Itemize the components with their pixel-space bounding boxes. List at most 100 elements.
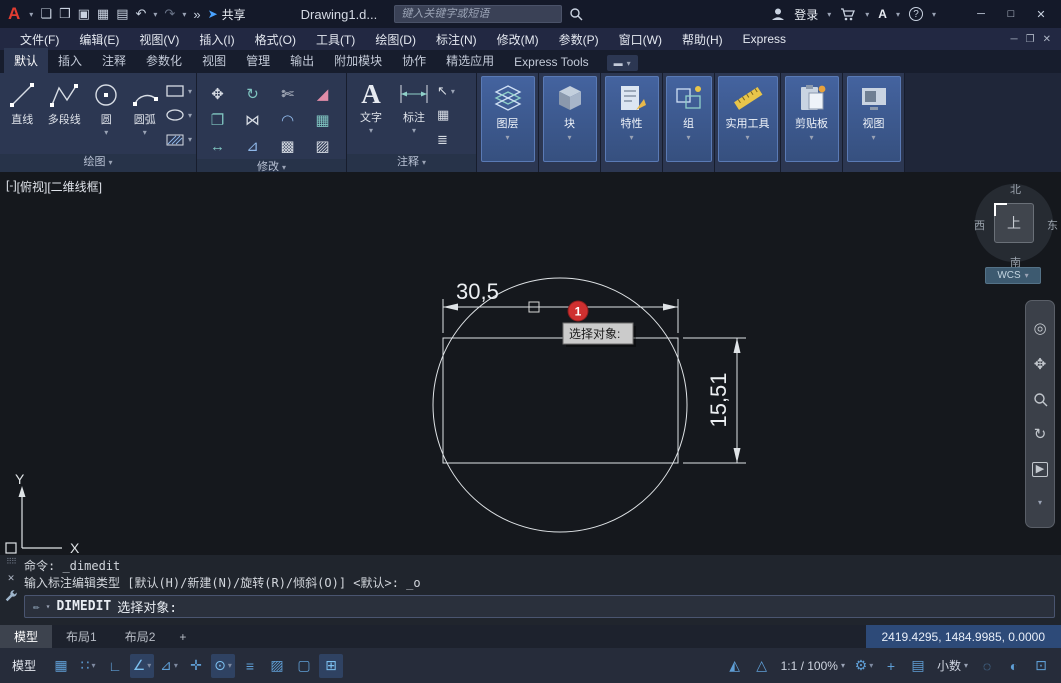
ribbon-tab-collaborate[interactable]: 协作 — [392, 48, 436, 73]
maximize-button[interactable]: □ — [997, 4, 1025, 24]
polar-tracking-toggle[interactable]: ∠ ▾ — [130, 653, 155, 678]
ribbon-tab-home[interactable]: 默认 — [4, 48, 49, 73]
transparency-toggle[interactable]: ▨ — [265, 654, 289, 678]
snap-toggle[interactable]: ∷ ▾ — [76, 654, 100, 678]
circle-dropdown-icon[interactable]: ▾ — [104, 128, 108, 137]
showmotion-icon[interactable]: ▶ — [1031, 462, 1049, 478]
cart-icon[interactable] — [840, 7, 856, 21]
object-snap-toggle[interactable]: ⊙ ▾ — [211, 653, 236, 678]
coordinates-readout[interactable]: 2419.4295, 1484.9985, 0.0000 — [865, 625, 1061, 648]
doc-restore-button[interactable]: ❐ — [1026, 34, 1035, 45]
help-dropdown-icon[interactable]: ▾ — [932, 10, 936, 19]
undo-dropdown-icon[interactable]: ▾ — [153, 10, 157, 19]
save-icon[interactable]: ▣ — [78, 6, 90, 22]
selection-cycling-toggle[interactable]: ▢ — [292, 654, 316, 678]
utilities-button[interactable]: 实用工具 ▾ — [717, 76, 778, 162]
quick-properties-toggle[interactable]: ▤ — [906, 654, 930, 678]
copy-icon[interactable]: ❐ — [211, 111, 224, 129]
user-icon[interactable] — [771, 7, 785, 21]
share-button[interactable]: ➤ 共享 — [208, 6, 246, 23]
doc-close-button[interactable]: ✕ — [1043, 34, 1051, 45]
line-tool[interactable]: 直线 — [3, 77, 42, 154]
leader-tool[interactable]: ↖ ▾ — [437, 83, 455, 99]
command-close-icon[interactable]: ✕ — [8, 571, 15, 584]
login-dropdown-icon[interactable]: ▾ — [827, 10, 831, 19]
model-space-button[interactable]: 模型 — [8, 657, 46, 674]
pan-icon[interactable]: ✥ — [1034, 357, 1047, 372]
ellipse-tool[interactable]: ▾ — [165, 108, 192, 122]
graphics-performance-toggle[interactable]: ◐ — [1002, 654, 1026, 678]
navbar-dropdown-icon[interactable]: ▾ — [1038, 498, 1042, 507]
menu-parametric[interactable]: 参数(P) — [549, 31, 609, 48]
erase-icon[interactable]: ◢ — [317, 85, 329, 103]
hatch-tool[interactable]: ▾ — [165, 133, 192, 147]
menu-file[interactable]: 文件(F) — [10, 31, 69, 48]
array-icon[interactable]: ▦ — [315, 111, 329, 129]
annotation-scale-button[interactable]: 1:1 / 100% ▾ — [777, 659, 849, 673]
menu-dimension[interactable]: 标注(N) — [426, 31, 487, 48]
rectangle-tool[interactable]: ▾ — [165, 84, 192, 98]
table-tool[interactable]: ▦ — [437, 107, 455, 123]
autodesk-a-icon[interactable]: A — [878, 7, 887, 21]
annotation-visibility-toggle[interactable]: ◭ — [723, 654, 747, 678]
search-input[interactable] — [394, 5, 563, 23]
recent-commands-icon[interactable]: ✏ — [33, 600, 40, 613]
qat-overflow-icon[interactable]: » — [193, 7, 200, 22]
stretch-icon[interactable]: ↔ — [210, 138, 225, 155]
text-tool[interactable]: A 文字 ▾ — [350, 77, 392, 154]
dimension-dropdown-icon[interactable]: ▾ — [412, 126, 416, 135]
ribbon-tab-addins[interactable]: 附加模块 — [324, 48, 392, 73]
clipboard-button[interactable]: 剪贴板 ▾ — [784, 76, 839, 162]
logo-dropdown-icon[interactable]: ▾ — [29, 10, 33, 19]
cart-dropdown-icon[interactable]: ▾ — [865, 10, 869, 19]
move-icon[interactable]: ✥ — [211, 85, 224, 103]
orbit-icon[interactable]: ↻ — [1034, 427, 1047, 442]
doc-minimize-button[interactable]: ─ — [1011, 34, 1018, 45]
scale-icon[interactable]: ⊿ — [246, 137, 259, 155]
menu-window[interactable]: 窗口(W) — [609, 31, 672, 48]
ribbon-tab-express[interactable]: Express Tools — [504, 51, 598, 73]
mirror-icon[interactable]: ⋈ — [245, 111, 260, 129]
tolerance-tool[interactable]: ≣ — [437, 132, 455, 148]
fillet-icon[interactable]: ◠ — [281, 111, 294, 129]
help-icon[interactable]: ? — [908, 7, 923, 21]
tab-layout2[interactable]: 布局2 — [111, 625, 170, 648]
ribbon-tab-manage[interactable]: 管理 — [236, 48, 280, 73]
ribbon-tab-insert[interactable]: 插入 — [48, 48, 92, 73]
text-dropdown-icon[interactable]: ▾ — [369, 126, 373, 135]
ribbon-tab-featured[interactable]: 精选应用 — [436, 48, 504, 73]
tab-model[interactable]: 模型 — [0, 625, 53, 648]
new-file-icon[interactable]: ❏ — [40, 6, 52, 22]
dimension-tool[interactable]: 标注 ▾ — [392, 77, 436, 154]
ortho-toggle[interactable]: ∟ — [103, 654, 127, 678]
drawing-area[interactable]: 30,5 15,51 1 选择对象: Y X [-] [俯视] [二维线框] 北… — [0, 172, 1061, 555]
ribbon-display-toggle[interactable]: ▬ ▾ — [606, 55, 638, 71]
save-as-icon[interactable]: ▦ — [97, 6, 109, 22]
a-dropdown-icon[interactable]: ▾ — [896, 10, 900, 19]
command-drag-grip[interactable]: ⠿⠿ — [6, 557, 17, 566]
menu-tools[interactable]: 工具(T) — [306, 31, 365, 48]
lineweight-toggle[interactable]: ≡ — [238, 654, 262, 678]
wcs-dropdown[interactable]: WCS ▾ — [985, 267, 1041, 284]
annotate-panel-label[interactable]: 注释 ▾ — [347, 154, 476, 172]
redo-dropdown-icon[interactable]: ▾ — [182, 10, 186, 19]
view-button[interactable]: 视图 ▾ — [846, 76, 901, 162]
array-rect-icon[interactable]: ▩ — [280, 137, 294, 155]
annotation-autoscale-toggle[interactable]: △ — [750, 654, 774, 678]
menu-insert[interactable]: 插入(I) — [189, 31, 244, 48]
new-layout-button[interactable]: + — [169, 625, 196, 648]
search-icon[interactable] — [569, 7, 583, 21]
navigation-wheel-icon[interactable]: ◎ — [1033, 321, 1046, 336]
tab-layout1[interactable]: 布局1 — [52, 625, 111, 648]
login-button[interactable]: 登录 — [794, 6, 818, 23]
annotation-monitor-toggle[interactable]: + — [879, 654, 903, 678]
minimize-button[interactable]: ─ — [967, 4, 995, 24]
ribbon-tab-parametric[interactable]: 参数化 — [136, 48, 192, 73]
units-button[interactable]: 小数 ▾ — [933, 657, 972, 674]
command-input[interactable]: ✏ ▾ DIMEDIT 选择对象: — [24, 595, 1055, 618]
properties-button[interactable]: 特性 ▾ — [604, 76, 659, 162]
viewcube-east[interactable]: 东 — [1047, 217, 1058, 233]
recent-commands-dropdown-icon[interactable]: ▾ — [46, 602, 51, 611]
workspace-switch[interactable]: ⚙ ▾ — [852, 654, 876, 678]
dynamic-input-toggle[interactable]: ⊞ — [319, 653, 344, 678]
